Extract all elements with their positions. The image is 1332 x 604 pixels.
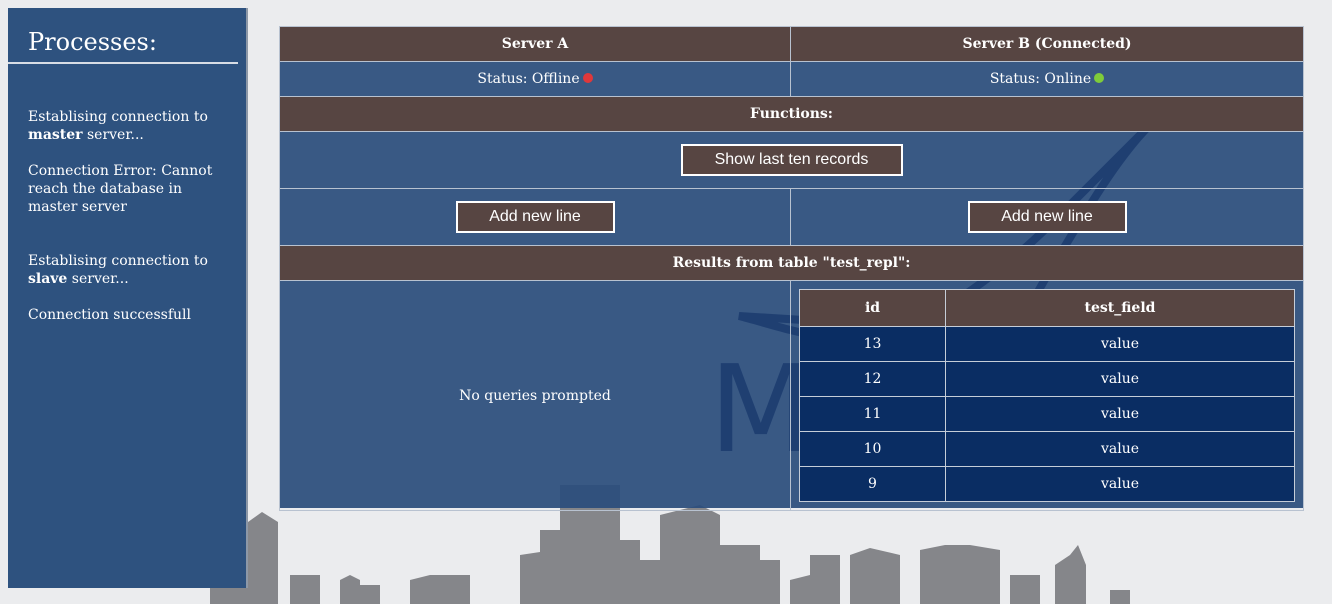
cell-test-field: value <box>945 396 1295 432</box>
functions-header-row: Functions: <box>279 96 1304 132</box>
offline-status-dot-icon <box>582 73 593 83</box>
show-last-ten-records-button[interactable]: Show last ten records <box>680 144 903 176</box>
server-b-add-new-line-button[interactable]: Add new line <box>967 201 1127 233</box>
table-row: 12 value <box>799 361 1295 397</box>
cell-test-field: value <box>945 361 1295 397</box>
cell-id: 11 <box>799 396 946 432</box>
log-text: Connection successfull <box>28 307 191 323</box>
log-text: server... <box>67 271 129 287</box>
server-b-title: Server B (Connected) <box>790 26 1304 62</box>
process-log-sidebar: Processes: Establising connection to mas… <box>8 8 248 588</box>
cell-id: 10 <box>799 431 946 467</box>
server-header-row: Server A Server B (Connected) <box>279 26 1304 62</box>
cell-test-field: value <box>945 326 1295 362</box>
server-table: Server A Server B (Connected) Status: Of… <box>279 26 1304 511</box>
log-text: Establising connection to <box>28 253 208 269</box>
log-text: server... <box>82 127 144 143</box>
server-b-add-cell: Add new line <box>790 188 1304 246</box>
results-title: Results from table "test_repl": <box>279 245 1304 281</box>
cell-test-field: value <box>945 466 1295 502</box>
log-entry: Connection successfull <box>28 306 232 324</box>
show-records-cell: Show last ten records <box>279 131 1304 189</box>
cell-id: 12 <box>799 361 946 397</box>
table-row: 11 value <box>799 396 1295 432</box>
server-b-results: id test_field 13 value 12 value 11 value 10… <box>790 280 1304 511</box>
log-text: Establising connection to <box>28 109 208 125</box>
results-header-row: Results from table "test_repl": <box>279 245 1304 281</box>
process-log: Establising connection to master server.… <box>8 64 246 324</box>
log-text-bold: slave <box>28 271 68 287</box>
server-b-status: Status: Online <box>790 61 1304 97</box>
server-a-add-cell: Add new line <box>279 188 791 246</box>
log-text-bold: master <box>28 127 83 143</box>
cell-test-field: value <box>945 431 1295 467</box>
server-status-row: Status: Offline Status: Online <box>279 61 1304 97</box>
log-entry: Connection Error: Cannot reach the datab… <box>28 162 232 216</box>
column-header-id: id <box>799 289 946 327</box>
server-a-title: Server A <box>279 26 791 62</box>
sidebar-title: Processes: <box>8 8 238 64</box>
results-table-header: id test_field <box>799 289 1295 327</box>
log-entry: Establising connection to master server.… <box>28 108 232 144</box>
column-header-test-field: test_field <box>945 289 1295 327</box>
cell-id: 9 <box>799 466 946 502</box>
server-a-status: Status: Offline <box>279 61 791 97</box>
results-table: id test_field 13 value 12 value 11 value 10… <box>799 289 1295 502</box>
functions-title: Functions: <box>279 96 1304 132</box>
server-a-add-new-line-button[interactable]: Add new line <box>455 201 615 233</box>
log-entry: Establising connection to slave server..… <box>28 252 232 288</box>
main-panel: MariaDB Server A Server B (Connected) St… <box>279 26 1304 511</box>
table-row: 10 value <box>799 431 1295 467</box>
server-a-status-text: Status: Offline <box>477 71 580 87</box>
online-status-dot-icon <box>1094 73 1105 83</box>
no-queries-text: No queries prompted <box>459 387 611 404</box>
server-a-results: No queries prompted <box>279 280 791 511</box>
table-row: 13 value <box>799 326 1295 362</box>
log-text: Connection Error: Cannot reach the datab… <box>28 163 213 215</box>
add-line-row: Add new line Add new line <box>279 188 1304 246</box>
cell-id: 13 <box>799 326 946 362</box>
results-row: No queries prompted id test_field 13 valu… <box>279 280 1304 511</box>
show-records-row: Show last ten records <box>279 131 1304 189</box>
table-row: 9 value <box>799 466 1295 502</box>
server-b-status-text: Status: Online <box>989 71 1092 87</box>
